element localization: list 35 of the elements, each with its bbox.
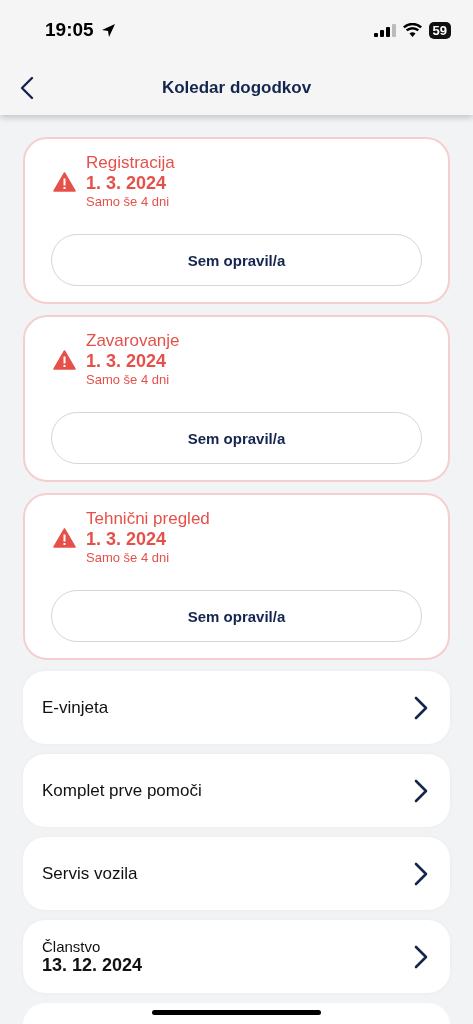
event-title: Članstvo (42, 937, 102, 955)
event-date: 13. 12. 2024 (42, 954, 143, 976)
done-button[interactable]: Sem opravil/a (51, 234, 422, 286)
chevron-right-icon (414, 695, 428, 720)
back-chevron-icon (20, 75, 34, 100)
status-time: 19:05 (45, 19, 94, 41)
remaining-days: Samo še 4 dni (86, 550, 210, 566)
event-row[interactable]: Komplet prve pomoči (23, 754, 450, 827)
chevron-right-icon (414, 778, 428, 803)
remaining-days: Samo še 4 dni (86, 194, 175, 210)
event-row[interactable]: Servis vozila (23, 837, 450, 910)
signal-icon (373, 23, 396, 37)
event-title: Zavarovanje (86, 331, 180, 351)
wifi-icon (402, 23, 422, 37)
event-date: 1. 3. 2024 (86, 173, 168, 194)
done-button[interactable]: Sem opravil/a (51, 590, 422, 642)
chevron-right-icon (414, 861, 428, 886)
event-title: Komplet prve pomoči (42, 780, 202, 801)
warning-icon (53, 349, 76, 370)
chevron-right-icon (414, 944, 428, 969)
event-row[interactable]: E-vinjeta (23, 671, 450, 744)
page-title: Koledar dogodkov (160, 77, 313, 98)
warning-icon (53, 171, 76, 192)
event-title: Registracija (86, 153, 175, 173)
remaining-days: Samo še 4 dni (86, 372, 180, 388)
event-date: 1. 3. 2024 (86, 351, 168, 372)
location-arrow-icon (100, 22, 116, 38)
warning-icon (53, 527, 76, 548)
event-row[interactable]: Članstvo 13. 12. 2024 (23, 920, 450, 993)
battery-level: 59 (428, 21, 451, 39)
done-button[interactable]: Sem opravil/a (51, 412, 422, 464)
event-date: 1. 3. 2024 (86, 529, 168, 550)
event-title: Tehnični pregled (86, 509, 210, 529)
event-title: Servis vozila (42, 863, 138, 884)
event-title: E-vinjeta (42, 697, 109, 718)
